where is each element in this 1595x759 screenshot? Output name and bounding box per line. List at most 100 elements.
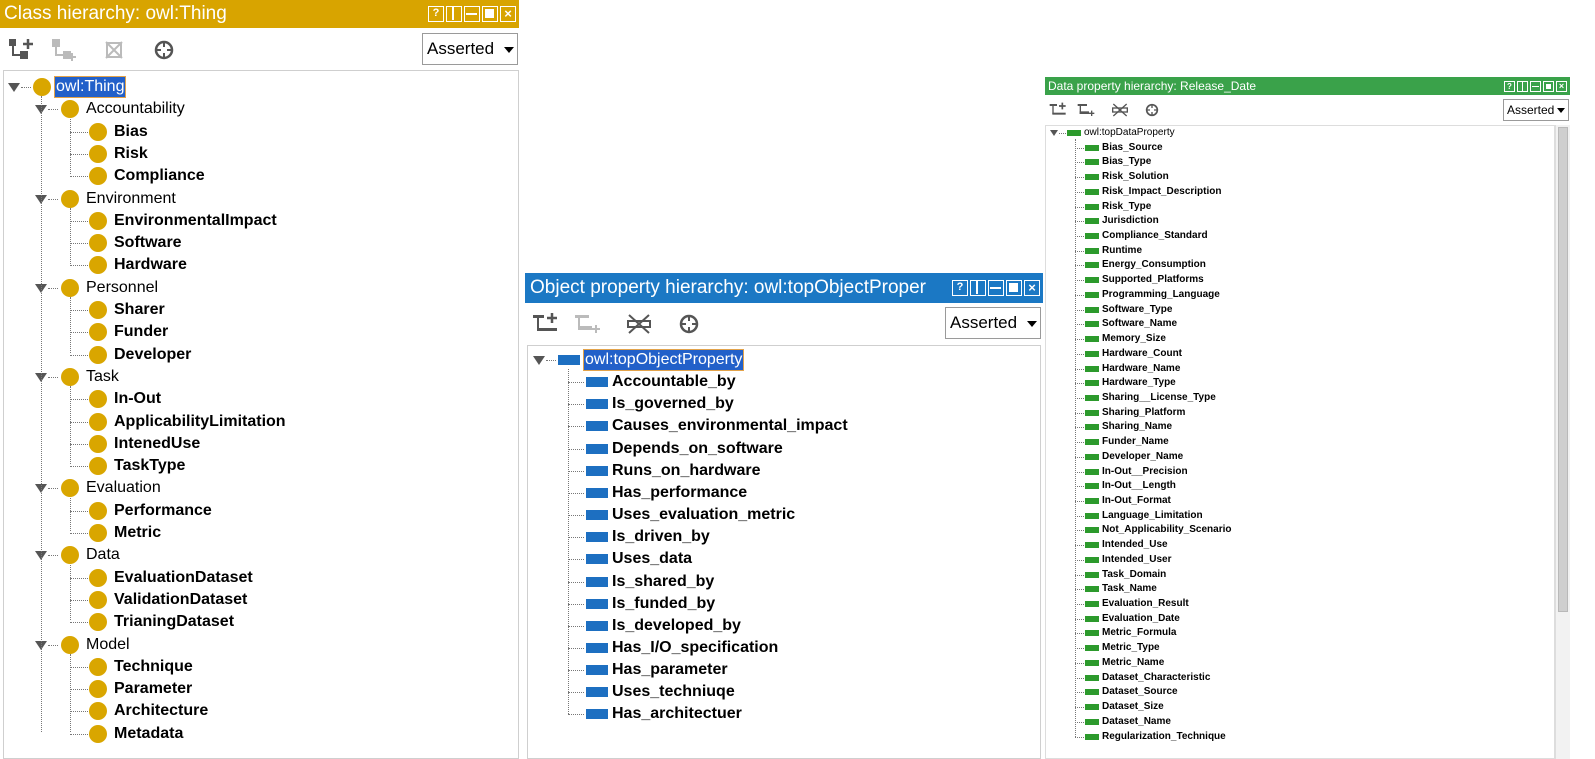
tree-node-property[interactable]: Funder_Name: [1046, 435, 1554, 450]
tree-node-property[interactable]: Is_governed_by: [528, 393, 1040, 415]
mode-select[interactable]: Asserted: [1503, 99, 1569, 121]
tree-node-class[interactable]: Hardware: [4, 254, 518, 276]
minimize-icon[interactable]: [464, 6, 480, 22]
tree-node-property[interactable]: In-Out__Length: [1046, 479, 1554, 494]
tree-node-class[interactable]: Metric: [4, 522, 518, 544]
tree-node-property[interactable]: Uses_data: [528, 548, 1040, 570]
delete-property-icon[interactable]: [1111, 102, 1129, 118]
split-view-icon[interactable]: [446, 6, 462, 22]
delete-class-icon[interactable]: [102, 38, 126, 62]
tree-node-class[interactable]: EnvironmentalImpact: [4, 210, 518, 232]
tree-node-property[interactable]: Depends_on_software: [528, 438, 1040, 460]
tree-node-property[interactable]: Evaluation_Result: [1046, 597, 1554, 612]
tree-node-class[interactable]: Data: [4, 544, 518, 566]
tree-node-property[interactable]: Bias_Type: [1046, 155, 1554, 170]
add-subproperty-icon[interactable]: [1049, 102, 1069, 118]
tree-node-class[interactable]: Risk: [4, 143, 518, 165]
minimize-icon[interactable]: [988, 280, 1004, 296]
help-icon[interactable]: ?: [428, 6, 444, 22]
scrollbar-track[interactable]: [1555, 125, 1570, 759]
maximize-icon[interactable]: [1543, 80, 1554, 92]
tree-node-property[interactable]: Jurisdiction: [1046, 214, 1554, 229]
tree-node-class[interactable]: Bias: [4, 121, 518, 143]
find-icon[interactable]: [152, 38, 176, 62]
tree-node-property[interactable]: Not_Applicability_Scenario: [1046, 523, 1554, 538]
tree-node-property[interactable]: In-Out__Precision: [1046, 465, 1554, 480]
tree-node-root[interactable]: owl:Thing: [4, 76, 518, 98]
tree-node-property[interactable]: Language_Limitation: [1046, 509, 1554, 524]
tree-node-class[interactable]: Technique: [4, 656, 518, 678]
tree-node-property[interactable]: Task_Name: [1046, 582, 1554, 597]
tree-node-root[interactable]: owl:topObjectProperty: [528, 349, 1040, 371]
mode-select[interactable]: Asserted: [945, 307, 1041, 339]
tree-node-class[interactable]: ApplicabilityLimitation: [4, 411, 518, 433]
tree-node-property[interactable]: Task_Domain: [1046, 568, 1554, 583]
tree-node-property[interactable]: Is_developed_by: [528, 615, 1040, 637]
tree-node-class[interactable]: TaskType: [4, 455, 518, 477]
tree-node-property[interactable]: Dataset_Name: [1046, 715, 1554, 730]
tree-node-property[interactable]: Accountable_by: [528, 371, 1040, 393]
tree-node-property[interactable]: Developer_Name: [1046, 450, 1554, 465]
tree-node-property[interactable]: Runs_on_hardware: [528, 460, 1040, 482]
maximize-icon[interactable]: [482, 6, 498, 22]
tree-node-property[interactable]: Evaluation_Date: [1046, 612, 1554, 627]
tree-node-property[interactable]: Dataset_Characteristic: [1046, 671, 1554, 686]
tree-node-property[interactable]: Has_I/O_specification: [528, 637, 1040, 659]
expand-toggle-icon[interactable]: [8, 83, 20, 92]
delete-property-icon[interactable]: [626, 312, 652, 336]
tree-node-class[interactable]: Accountability: [4, 98, 518, 120]
tree-node-class[interactable]: Parameter: [4, 678, 518, 700]
tree-node-property[interactable]: Has_architectuer: [528, 703, 1040, 725]
add-sibling-class-icon[interactable]: [50, 37, 78, 63]
tree-node-class[interactable]: Software: [4, 232, 518, 254]
tree-node-property[interactable]: Risk_Impact_Description: [1046, 185, 1554, 200]
tree-node-property[interactable]: Programming_Language: [1046, 288, 1554, 303]
tree-node-property[interactable]: Has_performance: [528, 482, 1040, 504]
tree-node-class[interactable]: Funder: [4, 321, 518, 343]
tree-node-root[interactable]: owl:topDataProperty: [1046, 126, 1554, 141]
help-icon[interactable]: ?: [952, 280, 968, 296]
expand-toggle-icon[interactable]: [1050, 130, 1058, 136]
minimize-icon[interactable]: [1530, 80, 1541, 92]
tree-node-property[interactable]: In-Out_Format: [1046, 494, 1554, 509]
tree-node-property[interactable]: Metric_Formula: [1046, 626, 1554, 641]
close-icon[interactable]: ×: [1024, 280, 1040, 296]
tree-node-property[interactable]: Intended_Use: [1046, 538, 1554, 553]
tree-node-class[interactable]: Performance: [4, 500, 518, 522]
tree-node-class[interactable]: Task: [4, 366, 518, 388]
tree-node-class[interactable]: TrianingDataset: [4, 611, 518, 633]
tree-node-property[interactable]: Hardware_Count: [1046, 347, 1554, 362]
tree-node-property[interactable]: Metric_Type: [1046, 641, 1554, 656]
add-sibling-property-icon[interactable]: [1077, 102, 1097, 118]
tree-node-property[interactable]: Is_funded_by: [528, 593, 1040, 615]
tree-node-class[interactable]: IntenedUse: [4, 433, 518, 455]
split-view-icon[interactable]: [1517, 80, 1528, 92]
maximize-icon[interactable]: [1006, 280, 1022, 296]
tree-node-class[interactable]: Developer: [4, 344, 518, 366]
tree-node-property[interactable]: Sharing__License_Type: [1046, 391, 1554, 406]
tree-node-property[interactable]: Sharing_Platform: [1046, 406, 1554, 421]
tree-node-property[interactable]: Energy_Consumption: [1046, 258, 1554, 273]
tree-node-class[interactable]: Compliance: [4, 165, 518, 187]
tree-node-class[interactable]: Architecture: [4, 700, 518, 722]
tree-node-property[interactable]: Memory_Size: [1046, 332, 1554, 347]
find-icon[interactable]: [677, 312, 701, 336]
close-icon[interactable]: ×: [1556, 80, 1567, 92]
tree-node-property[interactable]: Regularization_Technique: [1046, 730, 1554, 745]
close-icon[interactable]: ×: [500, 6, 516, 22]
tree-node-class[interactable]: Model: [4, 634, 518, 656]
tree-node-class[interactable]: Environment: [4, 188, 518, 210]
tree-node-property[interactable]: Software_Type: [1046, 303, 1554, 318]
add-sibling-property-icon[interactable]: [574, 312, 604, 336]
tree-node-class[interactable]: Sharer: [4, 299, 518, 321]
tree-node-property[interactable]: Risk_Solution: [1046, 170, 1554, 185]
scrollbar-thumb[interactable]: [1558, 127, 1568, 612]
mode-select[interactable]: Asserted: [422, 33, 518, 65]
tree-node-property[interactable]: Causes_environmental_impact: [528, 415, 1040, 437]
tree-node-property[interactable]: Has_parameter: [528, 659, 1040, 681]
tree-node-class[interactable]: Metadata: [4, 723, 518, 745]
tree-node-property[interactable]: Compliance_Standard: [1046, 229, 1554, 244]
tree-node-property[interactable]: Hardware_Type: [1046, 376, 1554, 391]
tree-node-property[interactable]: Supported_Platforms: [1046, 273, 1554, 288]
tree-node-class[interactable]: In-Out: [4, 388, 518, 410]
